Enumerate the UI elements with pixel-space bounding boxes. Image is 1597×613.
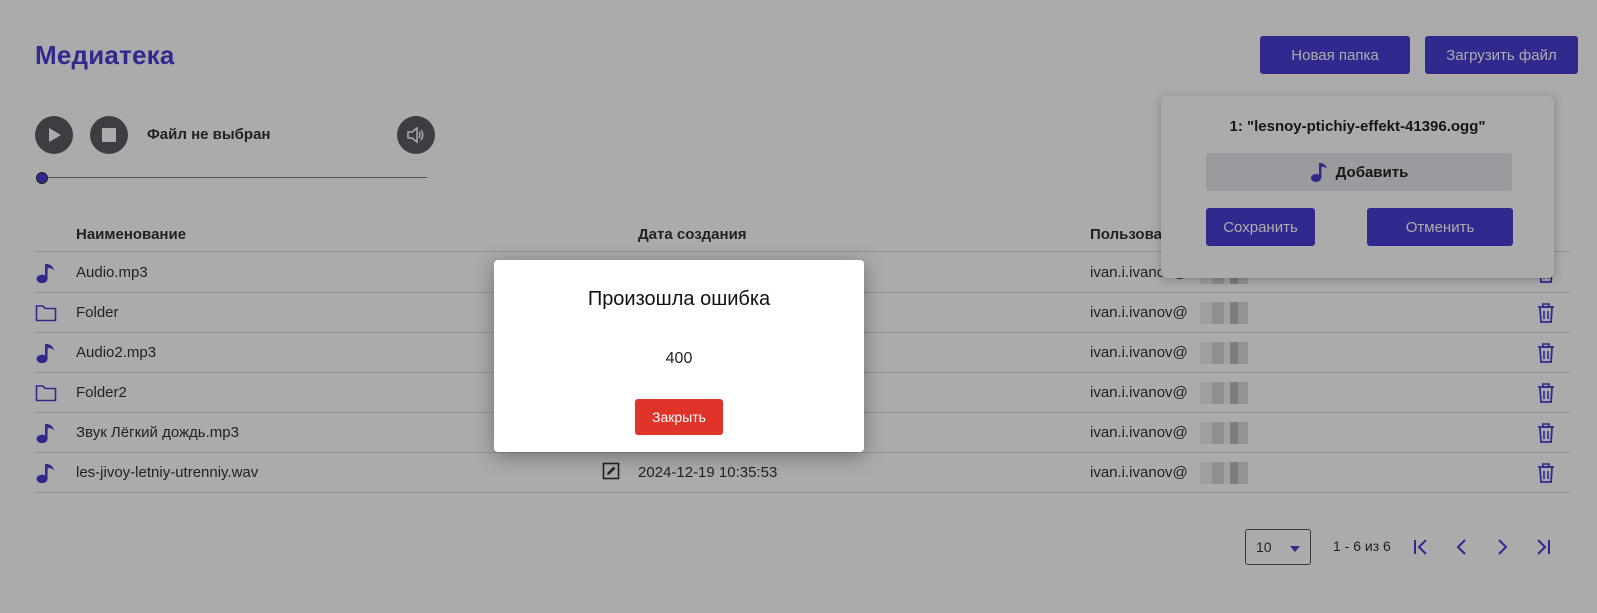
close-button[interactable]: Закрыть xyxy=(635,399,723,435)
dialog-title: Произошла ошибка xyxy=(587,288,771,310)
error-dialog: Произошла ошибка 400 Закрыть xyxy=(494,260,864,452)
error-code: 400 xyxy=(665,350,693,367)
